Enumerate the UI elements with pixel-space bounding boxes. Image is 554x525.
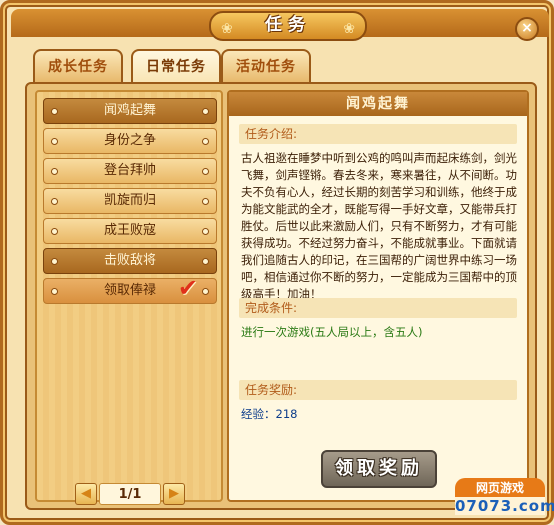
tab-daily-quests[interactable]: 日常任务 [131,49,221,85]
ornament-swirl-right-icon: ❀ [343,21,355,37]
quest-item-label: 闻鸡起舞 [103,103,156,118]
bullet-icon [202,288,209,295]
bullet-icon [202,138,209,145]
condition-label: 完成条件: [239,298,517,318]
bullet-icon [202,198,209,205]
window-title: 任务 [265,15,311,35]
bullet-icon [51,288,58,295]
prev-page-button[interactable]: ◀ [75,483,97,505]
tab-growth-quests[interactable]: 成长任务 [33,49,123,83]
bullet-icon [202,108,209,115]
bullet-icon [51,258,58,265]
window-title-plaque: ❀ 任务 ❀ [209,11,367,41]
bullet-icon [202,168,209,175]
reward-label: 任务奖励: [239,380,517,400]
bullet-icon [51,228,58,235]
quest-item-wenjiqiwu[interactable]: 闻鸡起舞 [43,98,217,124]
quest-item-label: 击败敌将 [103,253,156,268]
pager: ◀ 1/1 ▶ [75,483,185,507]
watermark-top: 网页游戏 [455,478,545,497]
content-frame: 闻鸡起舞 身份之争 登台拜帅 凯旋而归 成王败寇 击败敌将 领取俸禄 ✔ ◀ 1… [25,82,537,510]
quest-detail-panel: 闻鸡起舞 任务介绍: 古人祖逖在睡梦中听到公鸡的鸣叫声而起床练剑，剑光飞舞，剑声… [227,90,529,502]
page-indicator: 1/1 [99,483,161,505]
tab-event-quests[interactable]: 活动任务 [221,49,311,83]
quest-window: ❀ 任务 ❀ × 成长任务 日常任务 活动任务 闻鸡起舞 身份之争 登台拜帅 凯… [0,0,554,525]
intro-text: 古人祖逖在睡梦中听到公鸡的鸣叫声而起床练剑，剑光飞舞，剑声铿锵。春去冬来，寒来暑… [241,151,517,301]
quest-item-chengwangbaikou[interactable]: 成王败寇 [43,218,217,244]
close-button[interactable]: × [515,17,539,41]
bullet-icon [51,138,58,145]
site-watermark-logo: 网页游戏 07073.com [455,478,554,518]
quest-item-jibaidijiang[interactable]: 击败敌将 [43,248,217,274]
quest-item-lingqufenglu[interactable]: 领取俸禄 ✔ [43,274,217,304]
ornament-swirl-left-icon: ❀ [221,21,233,37]
quest-item-label: 登台拜帅 [103,163,156,178]
bullet-icon [51,168,58,175]
quest-item-dengtaibaishuai[interactable]: 登台拜帅 [43,158,217,184]
quest-list-panel: 闻鸡起舞 身份之争 登台拜帅 凯旋而归 成王败寇 击败敌将 领取俸禄 ✔ ◀ 1… [35,90,223,505]
condition-text: 进行一次游戏(五人局以上，含五人) [241,325,423,339]
quest-item-label: 领取俸禄 [103,283,156,298]
bullet-icon [202,228,209,235]
bullet-icon [202,258,209,265]
watermark-bottom: 07073.com [455,497,554,515]
bullet-icon [51,108,58,115]
bullet-icon [51,198,58,205]
quest-item-shenfenzhizheng[interactable]: 身份之争 [43,128,217,154]
reward-text: 经验：218 [241,407,298,421]
claim-reward-button[interactable]: 领取奖励 [321,450,437,488]
quest-item-label: 成王败寇 [103,223,156,238]
intro-label: 任务介绍: [239,124,517,144]
checkmark-icon: ✔ [177,274,198,302]
quest-detail-title: 闻鸡起舞 [229,92,527,116]
quest-item-label: 凯旋而归 [103,193,156,208]
next-page-button[interactable]: ▶ [163,483,185,505]
title-bar: ❀ 任务 ❀ × [11,9,549,41]
quest-item-label: 身份之争 [103,133,156,148]
quest-item-kaixuanergui[interactable]: 凯旋而归 [43,188,217,214]
